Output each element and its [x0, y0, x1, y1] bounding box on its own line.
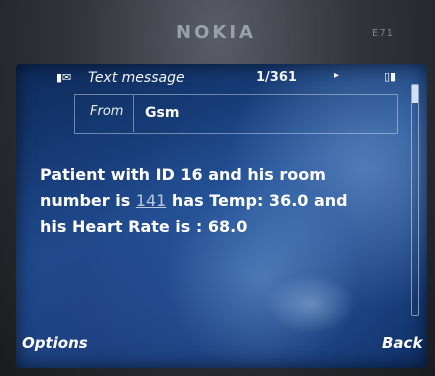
sender-label: From [90, 104, 124, 119]
message-line-2-end: has Temp: 36.0 and [166, 191, 348, 210]
message-body: Patient with ID 16 and his room number i… [40, 162, 390, 240]
message-line-2: number is 141 has Temp: 36.0 and [40, 188, 390, 214]
next-arrow-icon[interactable]: ▸ [334, 70, 339, 81]
message-line-1: Patient with ID 16 and his room [40, 165, 326, 184]
message-counter: 1/361 [256, 70, 297, 85]
screen-glare [266, 274, 356, 334]
sender-divider [133, 95, 134, 132]
title-bar: ▮✉ Text message 1/361 ▸ ▯▮ [56, 68, 396, 92]
scrollbar-thumb[interactable] [412, 85, 418, 103]
options-softkey[interactable]: Options [22, 334, 88, 352]
back-softkey[interactable]: Back [382, 334, 422, 352]
phone-body: NOKIA E71 ▮✉ Text message 1/361 ▸ ▯▮ Fro… [0, 0, 435, 376]
nokia-logo: NOKIA [176, 22, 256, 43]
sender-value: Gsm [145, 105, 180, 121]
message-line-3: his Heart Rate is : 68.0 [40, 217, 248, 236]
message-line-2-start: number is [40, 191, 136, 210]
app-title: Text message [88, 70, 185, 86]
model-label: E71 [372, 28, 395, 39]
message-icon: ▮✉ [56, 71, 72, 84]
scrollbar[interactable] [411, 84, 419, 316]
battery-icon: ▯▮ [384, 70, 397, 83]
phone-screen: ▮✉ Text message 1/361 ▸ ▯▮ From Gsm Pati… [16, 64, 427, 368]
room-number-link[interactable]: 141 [136, 191, 167, 210]
